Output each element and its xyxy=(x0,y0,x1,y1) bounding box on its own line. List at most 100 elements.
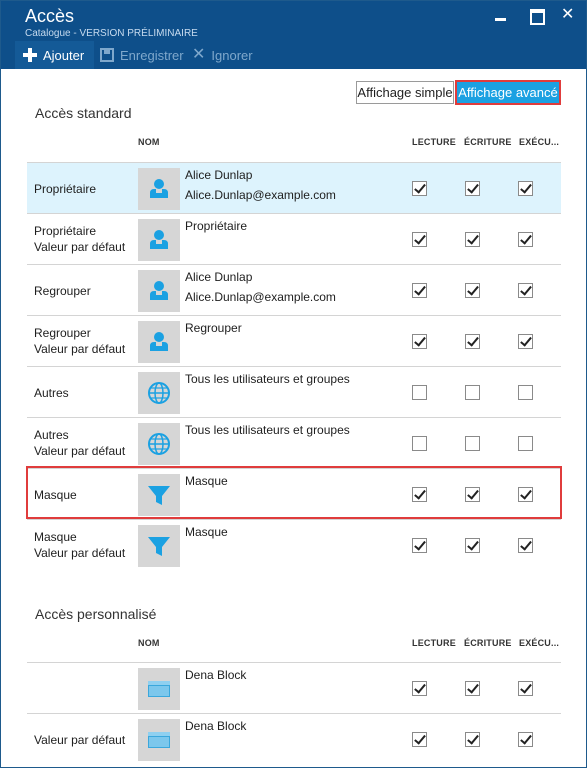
column-header-exec: EXÉCU... xyxy=(519,137,560,147)
principal-email: Alice.Dunlap@example.com xyxy=(185,188,336,202)
column-header-read-custom: LECTURE xyxy=(412,638,456,648)
execute-checkbox[interactable] xyxy=(518,436,533,451)
write-checkbox[interactable] xyxy=(465,232,480,247)
row-label: Masque Valeur par défaut xyxy=(34,529,125,561)
row-label: Valeur par défaut xyxy=(34,732,125,748)
access-row[interactable]: Propriétaire Valeur par défaut Propriétair… xyxy=(27,213,561,264)
row-default-label: Valeur par défaut xyxy=(34,444,126,458)
blade-subtitle: Catalogue - VERSION PRÉLIMINAIRE xyxy=(25,28,198,39)
blade-title: Accès xyxy=(25,6,75,26)
ignore-button-label: Ignorer xyxy=(211,47,253,63)
minimize-icon[interactable] xyxy=(493,7,509,23)
window-icon xyxy=(138,668,180,710)
principal-name: Propriétaire xyxy=(185,219,248,233)
execute-checkbox[interactable] xyxy=(518,732,533,747)
maximize-icon[interactable] xyxy=(528,7,545,25)
row-label: Autres Valeur par défaut xyxy=(34,427,125,459)
save-icon xyxy=(100,48,114,62)
save-button[interactable]: Enregistrer xyxy=(100,41,184,69)
row-label: Propriétaire Valeur par défaut xyxy=(34,223,125,255)
write-checkbox[interactable] xyxy=(465,732,480,747)
read-checkbox[interactable] xyxy=(412,283,427,298)
row-label: Regrouper Valeur par défaut xyxy=(34,325,125,357)
column-header-read: LECTURE xyxy=(412,137,456,147)
save-button-label: Enregistrer xyxy=(120,47,184,63)
row-default-label: Valeur par défaut xyxy=(34,342,126,356)
read-checkbox[interactable] xyxy=(412,232,427,247)
write-checkbox[interactable] xyxy=(465,436,480,451)
access-row[interactable]: Masque Valeur par défaut Masque xyxy=(27,519,561,570)
write-checkbox[interactable] xyxy=(465,181,480,196)
custom-access-title: Accès personnalisé xyxy=(35,606,157,622)
read-checkbox[interactable] xyxy=(412,681,427,696)
write-checkbox[interactable] xyxy=(465,283,480,298)
principal-name: Alice Dunlap xyxy=(185,168,253,182)
access-row[interactable]: Autres Valeur par défaut Tous les utilisat… xyxy=(27,417,561,468)
write-checkbox[interactable] xyxy=(465,385,480,400)
principal-email: Alice.Dunlap@example.com xyxy=(185,290,336,304)
row-label: Autres xyxy=(34,385,69,401)
standard-access-title: Accès standard xyxy=(35,105,132,121)
principal-name: Tous les utilisateurs et groupes xyxy=(185,372,350,386)
execute-checkbox[interactable] xyxy=(518,385,533,400)
row-type-label: Regrouper xyxy=(34,326,91,340)
principal-name: Dena Block xyxy=(185,668,247,682)
read-checkbox[interactable] xyxy=(412,181,427,196)
access-row[interactable]: Valeur par défaut Dena Block xyxy=(27,713,561,764)
write-checkbox[interactable] xyxy=(465,334,480,349)
execute-checkbox[interactable] xyxy=(518,681,533,696)
access-row[interactable]: Propriétaire Alice Dunlap Alice.Dunlap@exa… xyxy=(27,162,561,213)
execute-checkbox[interactable] xyxy=(518,181,533,196)
ignore-button[interactable]: ✕ Ignorer xyxy=(192,41,253,69)
column-header-name: NOM xyxy=(138,137,160,147)
execute-checkbox[interactable] xyxy=(518,538,533,553)
discard-icon: ✕ xyxy=(192,46,206,63)
user-icon xyxy=(138,168,180,210)
write-checkbox[interactable] xyxy=(465,681,480,696)
read-checkbox[interactable] xyxy=(412,732,427,747)
simple-view-button[interactable]: Affichage simple xyxy=(356,81,454,104)
mask-row-highlight xyxy=(26,466,562,519)
read-checkbox[interactable] xyxy=(412,436,427,451)
column-header-exec-custom: EXÉCU... xyxy=(519,638,560,648)
principal-name: Dena Block xyxy=(185,719,247,733)
execute-checkbox[interactable] xyxy=(518,232,533,247)
principal-name: Masque xyxy=(185,525,228,539)
command-bar: Ajouter Enregistrer ✕ Ignorer xyxy=(1,41,586,69)
column-header-write: ÉCRITURE xyxy=(464,137,512,147)
execute-checkbox[interactable] xyxy=(518,334,533,349)
row-default-label: Valeur par défaut xyxy=(34,240,126,254)
row-default-label: Valeur par défaut xyxy=(34,546,126,560)
user-icon xyxy=(138,219,180,261)
row-type-label: Autres xyxy=(34,386,69,400)
access-row[interactable]: Dena Block xyxy=(27,662,561,713)
window-icon xyxy=(138,719,180,761)
access-row[interactable]: Autres Tous les utilisateurs et groupes xyxy=(27,366,561,417)
column-header-name-custom: NOM xyxy=(138,638,160,648)
globe-icon xyxy=(138,423,180,465)
row-type-label: Valeur par défaut xyxy=(34,733,126,747)
read-checkbox[interactable] xyxy=(412,385,427,400)
row-type-label: Autres xyxy=(34,428,69,442)
row-type-label: Propriétaire xyxy=(34,224,97,238)
filter-icon xyxy=(138,525,180,567)
advanced-view-button[interactable]: Affichage avancé xyxy=(455,80,561,105)
principal-name: Alice Dunlap xyxy=(185,270,253,284)
row-label: Regrouper xyxy=(34,283,91,299)
plus-icon xyxy=(23,48,37,62)
row-type-label: Propriétaire xyxy=(34,182,97,196)
row-type-label: Regrouper xyxy=(34,284,91,298)
row-type-label: Masque xyxy=(34,530,77,544)
principal-name: Tous les utilisateurs et groupes xyxy=(185,423,350,437)
access-blade: Accès Catalogue - VERSION PRÉLIMINAIRE ✕… xyxy=(0,0,587,768)
read-checkbox[interactable] xyxy=(412,334,427,349)
access-row[interactable]: Regrouper Alice Dunlap Alice.Dunlap@exampl… xyxy=(27,264,561,315)
read-checkbox[interactable] xyxy=(412,538,427,553)
write-checkbox[interactable] xyxy=(465,538,480,553)
execute-checkbox[interactable] xyxy=(518,283,533,298)
close-icon[interactable]: ✕ xyxy=(561,7,577,23)
access-row[interactable]: Regrouper Valeur par défaut Regrouper xyxy=(27,315,561,366)
add-button-label: Ajouter xyxy=(43,47,85,63)
row-label: Propriétaire xyxy=(34,181,96,197)
add-button[interactable]: Ajouter xyxy=(15,41,94,69)
